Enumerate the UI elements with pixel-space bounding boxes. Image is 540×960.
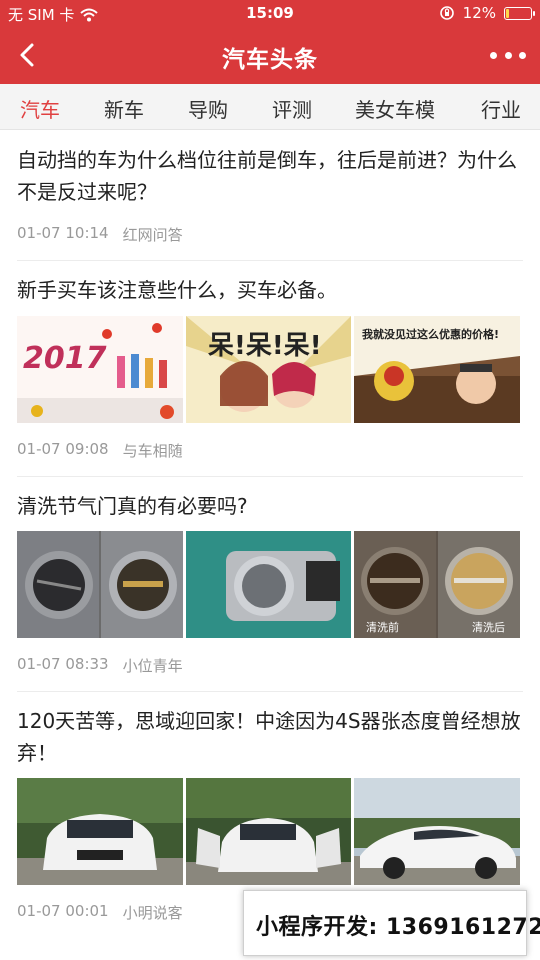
article-date: 01-07 10:14: [17, 224, 109, 242]
divider: [17, 476, 523, 477]
tab-hangye[interactable]: 行业: [481, 94, 521, 123]
article-source: 与车相随: [122, 442, 183, 460]
article-item[interactable]: 自动挡的车为什么档位往前是倒车，往后是前进？为什么不是反过来呢？: [17, 144, 523, 208]
article-title: 新手买车该注意些什么，买车必备。: [17, 278, 337, 302]
article-date: 01-07 00:01: [17, 902, 109, 920]
promo-text: 小程序开发: 13691612727: [256, 915, 540, 940]
article-meta: 01-07 10:14 红网问答: [17, 224, 183, 245]
page-title: 汽车头条: [222, 47, 318, 73]
promo-banner[interactable]: 小程序开发: 13691612727: [243, 890, 540, 956]
battery-level-fill: [506, 8, 509, 18]
tab-xinche[interactable]: 新车: [104, 94, 144, 123]
more-dot-icon: [490, 51, 497, 59]
more-options-button[interactable]: [490, 42, 526, 68]
rotation-lock-icon: [439, 6, 454, 20]
thumbnail-cleaning-before-after[interactable]: 清洗前 清洗后: [354, 531, 520, 638]
thumbnail-cartoon-discount[interactable]: 我就没见过这么优惠的价格!: [354, 316, 520, 423]
article-item[interactable]: 120天苦等，思域迎回家！中途因为4S器张态度曾经想放弃！: [17, 705, 523, 769]
thumbnail-after-label: 清洗后: [472, 621, 505, 634]
tab-qiche[interactable]: 汽车: [20, 94, 60, 123]
thumbnail-white-car-front[interactable]: [17, 778, 183, 885]
article-meta: 01-07 00:01 小明说客: [17, 902, 183, 923]
article-date: 01-07 08:33: [17, 655, 109, 673]
article-meta: 01-07 09:08 与车相随: [17, 440, 183, 461]
article-title: 清洗节气门真的有必要吗?: [17, 494, 248, 518]
thumbnail-throttle-body-pair[interactable]: [17, 531, 183, 638]
article-date: 01-07 09:08: [17, 440, 109, 458]
thumbnail-2017-celebration[interactable]: 2017: [17, 316, 183, 423]
more-dot-icon: [504, 51, 512, 59]
category-tabs: 汽车 新车 导购 评测 美女车模 行业: [0, 84, 540, 130]
battery-percent: 12%: [462, 4, 496, 22]
article-item[interactable]: 新手买车该注意些什么，买车必备。: [17, 274, 523, 306]
article-meta: 01-07 08:33 小位青年: [17, 655, 183, 676]
thumbnail-white-car-side[interactable]: [354, 778, 520, 885]
status-bar: 无 SIM 卡 15:09 12%: [0, 0, 540, 28]
tab-daogou[interactable]: 导购: [188, 94, 228, 123]
divider: [17, 260, 523, 261]
article-title: 120天苦等，思域迎回家！中途因为4S器张态度曾经想放弃！: [17, 709, 521, 765]
article-source: 小明说客: [122, 904, 183, 922]
thumbnail-discount-text: 我就没见过这么优惠的价格!: [362, 327, 499, 341]
system-indicators: 12%: [439, 4, 535, 22]
battery-icon: [504, 6, 535, 20]
nav-bar: 汽车头条: [0, 28, 540, 84]
article-title: 自动挡的车为什么档位往前是倒车，往后是前进？为什么不是反过来呢？: [17, 148, 517, 204]
tab-pingce[interactable]: 评测: [272, 94, 312, 123]
thumbnail-cartoon-surprise[interactable]: 呆!呆!呆!: [186, 316, 351, 423]
article-source: 小位青年: [122, 657, 183, 675]
tab-meinvchemo[interactable]: 美女车模: [355, 94, 435, 123]
more-dot-icon: [519, 51, 526, 59]
thumbnail-white-car-doors-open[interactable]: [186, 778, 351, 885]
article-source: 红网问答: [122, 226, 183, 244]
thumbnail-before-label: 清洗前: [366, 620, 399, 634]
divider: [17, 691, 523, 692]
thumbnail-2017-text: 2017: [23, 341, 107, 376]
thumbnail-throttle-body-green[interactable]: [186, 531, 351, 638]
thumbnail-cartoon-text: 呆!呆!呆!: [208, 331, 322, 361]
article-item[interactable]: 清洗节气门真的有必要吗?: [17, 490, 523, 522]
